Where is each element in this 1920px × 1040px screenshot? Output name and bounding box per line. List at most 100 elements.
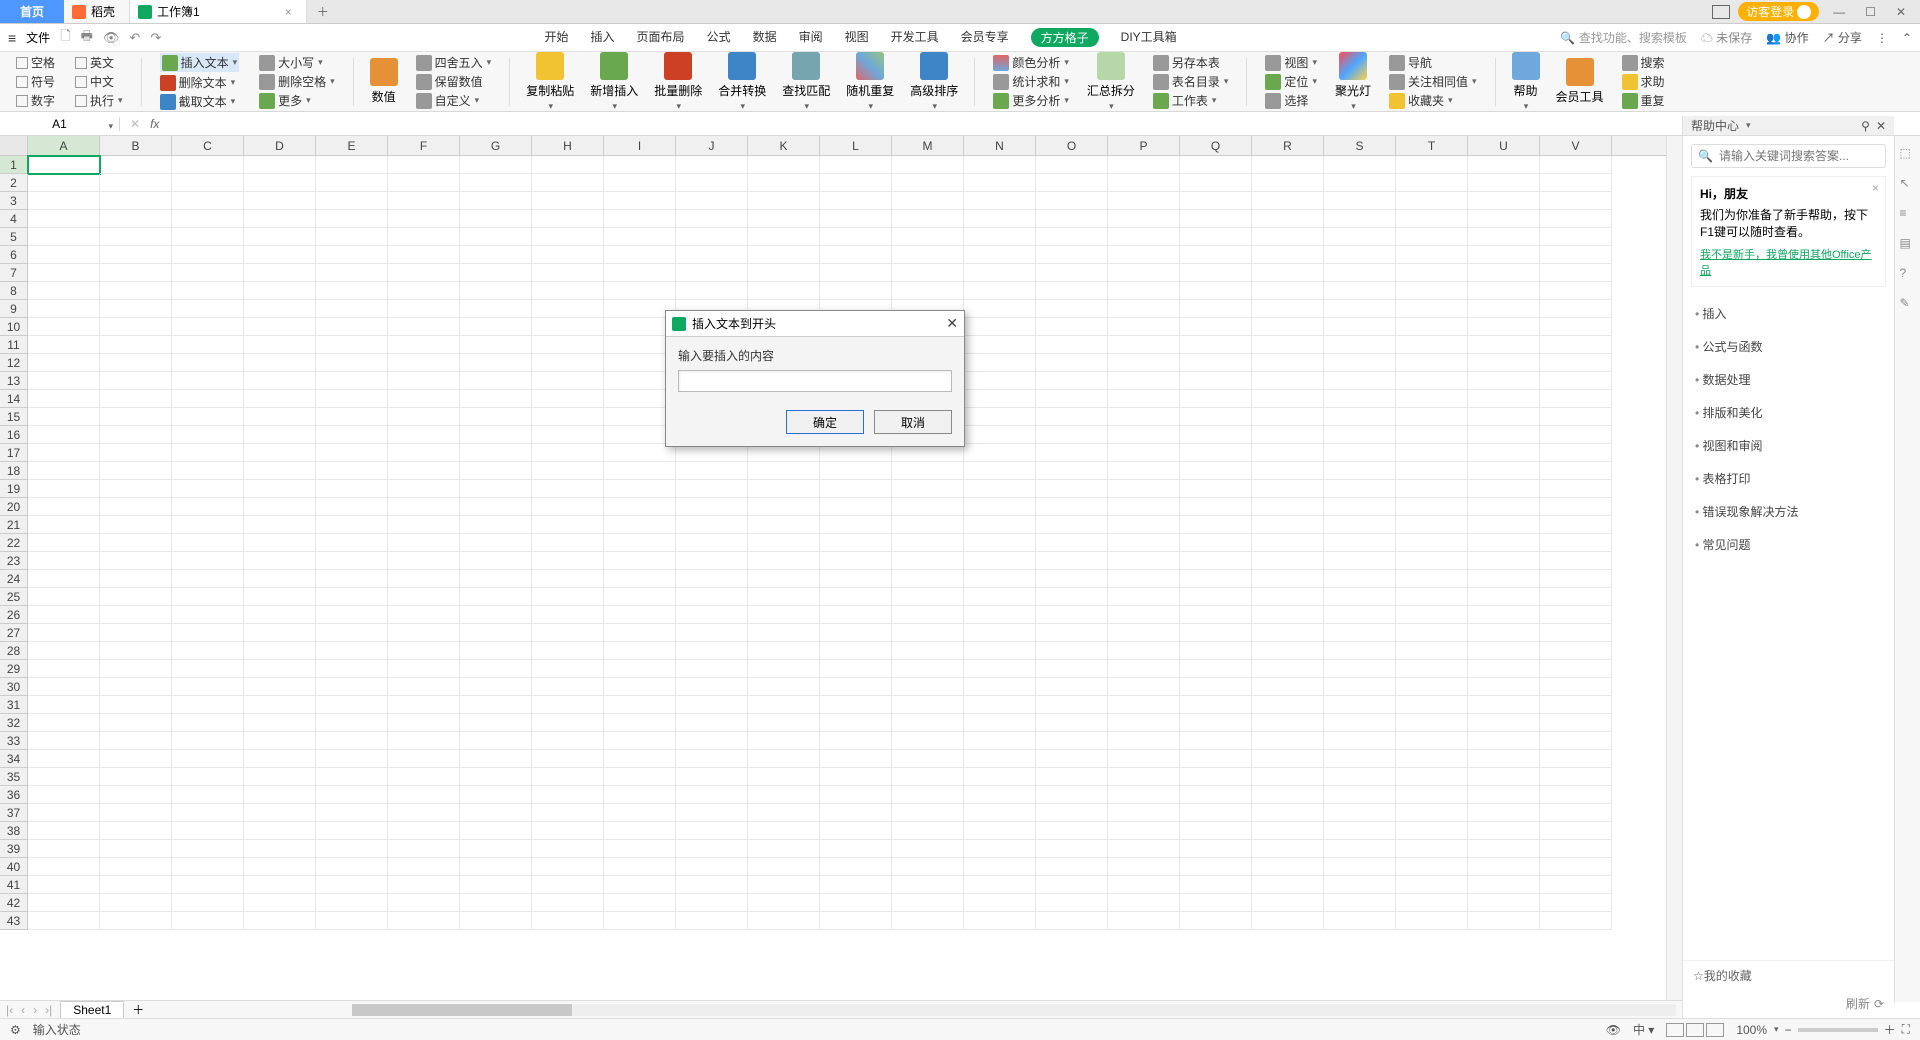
cell[interactable] [316, 804, 388, 822]
row-header[interactable]: 25 [0, 588, 28, 606]
cell[interactable] [532, 228, 604, 246]
cell[interactable] [1540, 732, 1612, 750]
cell[interactable] [1180, 822, 1252, 840]
cell[interactable] [1252, 210, 1324, 228]
cell[interactable] [820, 462, 892, 480]
cell[interactable] [1108, 624, 1180, 642]
cell[interactable] [1108, 156, 1180, 174]
cell[interactable] [676, 156, 748, 174]
cell[interactable] [316, 354, 388, 372]
cell[interactable] [1180, 552, 1252, 570]
menu-tab[interactable]: 数据 [753, 28, 777, 47]
cell[interactable] [1252, 426, 1324, 444]
menu-tab[interactable]: 开发工具 [891, 28, 939, 47]
cell[interactable] [1180, 840, 1252, 858]
menu-tab[interactable]: 会员专享 [961, 28, 1009, 47]
add-sheet-button[interactable]: ＋ [132, 1001, 144, 1018]
help-button[interactable]: 帮助▾ [1508, 52, 1544, 112]
cell[interactable] [604, 606, 676, 624]
cell[interactable] [1252, 246, 1324, 264]
cell[interactable] [532, 336, 604, 354]
cell[interactable] [244, 156, 316, 174]
cell[interactable] [244, 264, 316, 282]
cell[interactable] [1180, 570, 1252, 588]
cell[interactable] [100, 876, 172, 894]
cell[interactable] [964, 858, 1036, 876]
cell[interactable] [100, 462, 172, 480]
name-box[interactable]: ▾ [0, 117, 120, 131]
cell[interactable] [748, 642, 820, 660]
column-header[interactable]: I [604, 136, 676, 155]
cell[interactable] [964, 462, 1036, 480]
cell[interactable] [1036, 192, 1108, 210]
cell[interactable] [1180, 462, 1252, 480]
cell[interactable] [1324, 264, 1396, 282]
cell[interactable] [964, 768, 1036, 786]
cell[interactable] [172, 480, 244, 498]
row-header[interactable]: 7 [0, 264, 28, 282]
cell[interactable] [1468, 804, 1540, 822]
search-button[interactable]: 搜索 [1622, 54, 1665, 71]
cell[interactable] [964, 228, 1036, 246]
cell[interactable] [1396, 336, 1468, 354]
cell[interactable] [676, 282, 748, 300]
cell[interactable] [1036, 408, 1108, 426]
sheet-next-icon[interactable]: › [33, 1003, 37, 1017]
cell[interactable] [1540, 660, 1612, 678]
cell[interactable] [820, 786, 892, 804]
cell[interactable] [100, 768, 172, 786]
cell[interactable] [1108, 498, 1180, 516]
cell[interactable] [604, 480, 676, 498]
more-icon[interactable]: ⋮ [1876, 31, 1888, 45]
cell[interactable] [1180, 372, 1252, 390]
cell[interactable] [820, 750, 892, 768]
cell[interactable] [100, 588, 172, 606]
cell[interactable] [1540, 678, 1612, 696]
cell[interactable] [460, 516, 532, 534]
cell[interactable] [1252, 822, 1324, 840]
cell[interactable] [388, 156, 460, 174]
cell[interactable] [1324, 498, 1396, 516]
cell[interactable] [1396, 534, 1468, 552]
row-header[interactable]: 31 [0, 696, 28, 714]
cell[interactable] [892, 678, 964, 696]
cell[interactable] [1180, 534, 1252, 552]
cell[interactable] [820, 804, 892, 822]
cell[interactable] [460, 246, 532, 264]
cell[interactable] [1540, 804, 1612, 822]
help-search[interactable]: 🔍 [1691, 144, 1886, 168]
cell[interactable] [892, 570, 964, 588]
cell[interactable] [1252, 840, 1324, 858]
cell[interactable] [604, 570, 676, 588]
cell[interactable] [388, 516, 460, 534]
cell[interactable] [1252, 768, 1324, 786]
cell[interactable] [1180, 174, 1252, 192]
cell[interactable] [748, 804, 820, 822]
cell[interactable] [532, 840, 604, 858]
cell[interactable] [532, 462, 604, 480]
cell[interactable] [1540, 714, 1612, 732]
cell[interactable] [100, 444, 172, 462]
cell[interactable] [1108, 768, 1180, 786]
cell[interactable] [1108, 606, 1180, 624]
row-header[interactable]: 5 [0, 228, 28, 246]
column-header[interactable]: L [820, 136, 892, 155]
cell[interactable] [1396, 624, 1468, 642]
cell[interactable] [28, 480, 100, 498]
cell[interactable] [460, 174, 532, 192]
cell[interactable] [28, 534, 100, 552]
more-analysis-button[interactable]: 更多分析▾ [993, 92, 1069, 109]
cell[interactable] [676, 732, 748, 750]
cell[interactable] [1540, 318, 1612, 336]
cell[interactable] [100, 552, 172, 570]
cell[interactable] [1468, 498, 1540, 516]
row-header[interactable]: 36 [0, 786, 28, 804]
cell[interactable] [1252, 696, 1324, 714]
cell[interactable] [1468, 192, 1540, 210]
cell[interactable] [1468, 570, 1540, 588]
cell[interactable] [1540, 426, 1612, 444]
cell[interactable] [388, 444, 460, 462]
cell[interactable] [1252, 858, 1324, 876]
cell[interactable] [964, 624, 1036, 642]
cell[interactable] [532, 300, 604, 318]
